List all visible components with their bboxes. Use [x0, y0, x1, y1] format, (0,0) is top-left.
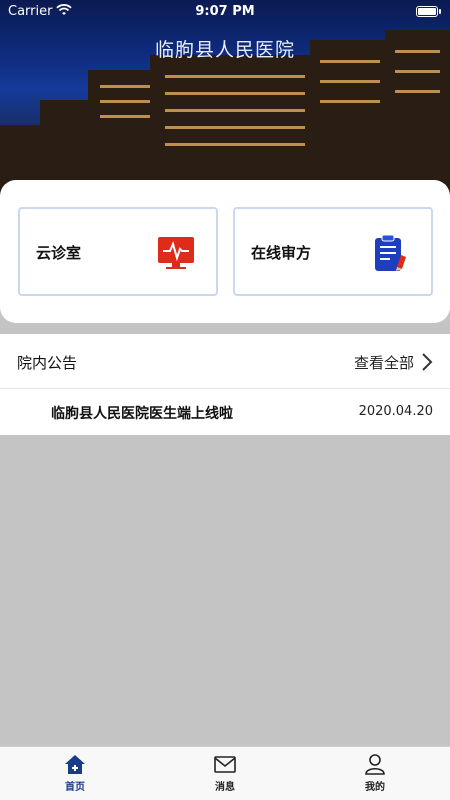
building-window — [165, 92, 305, 95]
building-window — [320, 100, 380, 103]
page-title: 临朐县人民医院 — [154, 39, 295, 61]
cloud-clinic-button[interactable]: 云诊室 — [18, 207, 218, 296]
online-prescription-review-label: 在线审方 — [251, 244, 312, 262]
building-window — [395, 90, 440, 93]
tab-home[interactable]: 首页 — [35, 753, 115, 793]
status-bar: Carrier 9:07 PM — [0, 0, 450, 24]
building-window — [395, 70, 440, 73]
cloud-clinic-label: 云诊室 — [36, 244, 82, 262]
announcements-header: 院内公告 查看全部 — [0, 334, 450, 389]
battery-tip — [439, 9, 441, 14]
tab-messages[interactable]: 消息 — [185, 753, 265, 793]
tab-home-label: 首页 — [65, 782, 85, 793]
tab-profile-label: 我的 — [365, 782, 385, 793]
building-window — [165, 126, 305, 129]
building-window — [320, 80, 380, 83]
building-window — [165, 109, 305, 112]
clipboard-pen-icon — [371, 233, 411, 273]
announcement-text: 临朐县人民医院医生端上线啦 — [51, 406, 233, 422]
view-all-link[interactable]: 查看全部 — [354, 352, 414, 373]
hero-banner: Carrier 9:07 PM 临朐县人民医院 — [0, 0, 450, 200]
building-window — [165, 143, 305, 146]
announcements-title: 院内公告 — [17, 354, 78, 372]
announcement-item[interactable]: 临朐县人民医院医生端上线啦 2020.04.20 — [0, 389, 450, 435]
building-window — [165, 75, 305, 78]
online-prescription-review-button[interactable]: 在线审方 — [233, 207, 433, 296]
home-icon — [65, 755, 85, 774]
chevron-right-icon[interactable] — [420, 352, 434, 372]
tab-profile[interactable]: 我的 — [335, 753, 415, 793]
announcement-date: 2020.04.20 — [358, 404, 433, 419]
battery-icon — [416, 6, 438, 17]
tab-bar: 首页 消息 我的 — [0, 746, 450, 800]
tab-messages-label: 消息 — [215, 782, 235, 793]
building-shape — [310, 40, 390, 200]
quick-actions-card: 云诊室 在线审方 — [0, 180, 450, 323]
building-window — [100, 115, 150, 118]
building-window — [100, 100, 150, 103]
building-window — [100, 85, 150, 88]
user-icon — [365, 754, 385, 775]
mail-icon — [214, 756, 236, 773]
monitor-heartbeat-icon — [156, 233, 196, 273]
status-time: 9:07 PM — [195, 4, 255, 19]
